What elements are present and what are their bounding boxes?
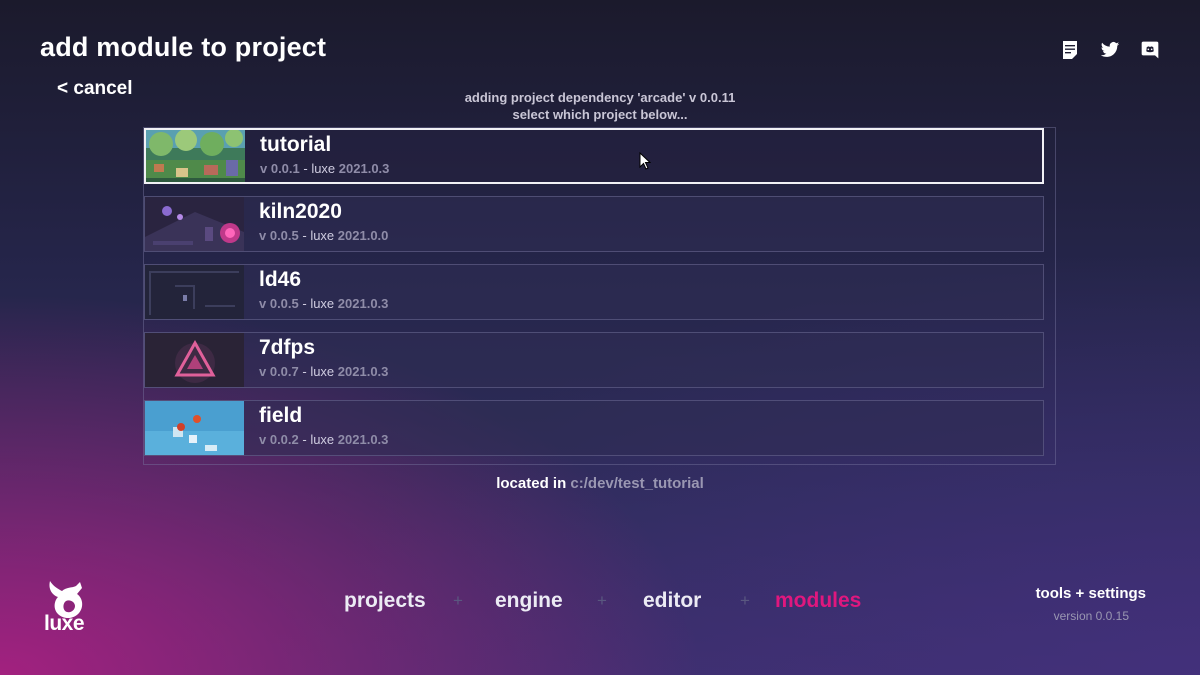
discord-icon[interactable] xyxy=(1140,39,1160,61)
project-thumbnail xyxy=(146,130,245,182)
page-title: add module to project xyxy=(40,32,327,62)
engine-label: - luxe xyxy=(298,364,338,379)
project-location: located in c:/dev/test_tutorial xyxy=(0,475,1200,492)
project-thumbnail xyxy=(145,333,244,387)
project-thumbnail xyxy=(145,401,244,455)
nav-separator: + xyxy=(597,591,607,610)
project-name: ld46 xyxy=(259,268,302,291)
project-meta: v 0.0.2 - luxe 2021.0.3 xyxy=(259,432,388,447)
engine-version: 2021.0.3 xyxy=(338,161,390,176)
project-name: field xyxy=(259,404,303,427)
project-name: kiln2020 xyxy=(259,200,342,223)
project-meta: v 0.0.5 - luxe 2021.0.0 xyxy=(259,228,388,243)
engine-version: 2021.0.3 xyxy=(337,432,389,447)
project-thumbnail xyxy=(145,265,244,319)
project-name: tutorial xyxy=(260,133,332,156)
project-version: v 0.0.7 xyxy=(259,364,299,379)
nav-engine[interactable]: engine xyxy=(495,589,563,613)
nav-separator: + xyxy=(740,591,750,610)
hint-line-2: select which project below... xyxy=(512,107,688,122)
project-item-7dfps[interactable]: 7dfps v 0.0.7 - luxe 2021.0.3 xyxy=(144,332,1044,388)
project-version: v 0.0.5 xyxy=(259,296,299,311)
nav-editor[interactable]: editor xyxy=(643,589,701,613)
engine-version: 2021.0.3 xyxy=(337,296,389,311)
nav-modules[interactable]: modules xyxy=(775,589,861,613)
engine-version: 2021.0.3 xyxy=(337,364,389,379)
project-meta: v 0.0.1 - luxe 2021.0.3 xyxy=(260,161,389,176)
location-label: located in xyxy=(496,475,567,492)
app-version: version 0.0.15 xyxy=(1053,609,1129,623)
logo-text: luxe xyxy=(44,612,85,635)
engine-label: - luxe xyxy=(299,161,339,176)
project-version: v 0.0.5 xyxy=(259,228,299,243)
project-name: 7dfps xyxy=(259,336,316,359)
engine-label: - luxe xyxy=(298,432,338,447)
project-item-tutorial[interactable]: tutorial v 0.0.1 - luxe 2021.0.3 xyxy=(144,128,1044,184)
project-item-ld46[interactable]: ld46 v 0.0.5 - luxe 2021.0.3 xyxy=(144,264,1044,320)
engine-label: - luxe xyxy=(298,228,338,243)
notes-icon[interactable] xyxy=(1060,39,1080,61)
project-meta: v 0.0.5 - luxe 2021.0.3 xyxy=(259,296,388,311)
engine-version: 2021.0.0 xyxy=(337,228,389,243)
project-item-kiln2020[interactable]: kiln2020 v 0.0.5 - luxe 2021.0.0 xyxy=(144,196,1044,252)
twitter-icon[interactable] xyxy=(1100,39,1120,61)
location-path: c:/dev/test_tutorial xyxy=(570,475,704,492)
engine-label: - luxe xyxy=(298,296,338,311)
dependency-hint: adding project dependency 'arcade' v 0.0… xyxy=(0,89,1200,123)
mouse-cursor-icon xyxy=(639,152,651,170)
project-item-field[interactable]: field v 0.0.2 - luxe 2021.0.3 xyxy=(144,400,1044,456)
nav-projects[interactable]: projects xyxy=(344,589,426,613)
project-thumbnail xyxy=(145,197,244,251)
project-meta: v 0.0.7 - luxe 2021.0.3 xyxy=(259,364,388,379)
project-version: v 0.0.1 xyxy=(260,161,300,176)
tools-settings-button[interactable]: tools + settings xyxy=(1036,585,1146,602)
project-version: v 0.0.2 xyxy=(259,432,299,447)
nav-separator: + xyxy=(453,591,463,610)
hint-line-1: adding project dependency 'arcade' v 0.0… xyxy=(464,90,736,105)
top-icon-bar xyxy=(1060,39,1160,61)
